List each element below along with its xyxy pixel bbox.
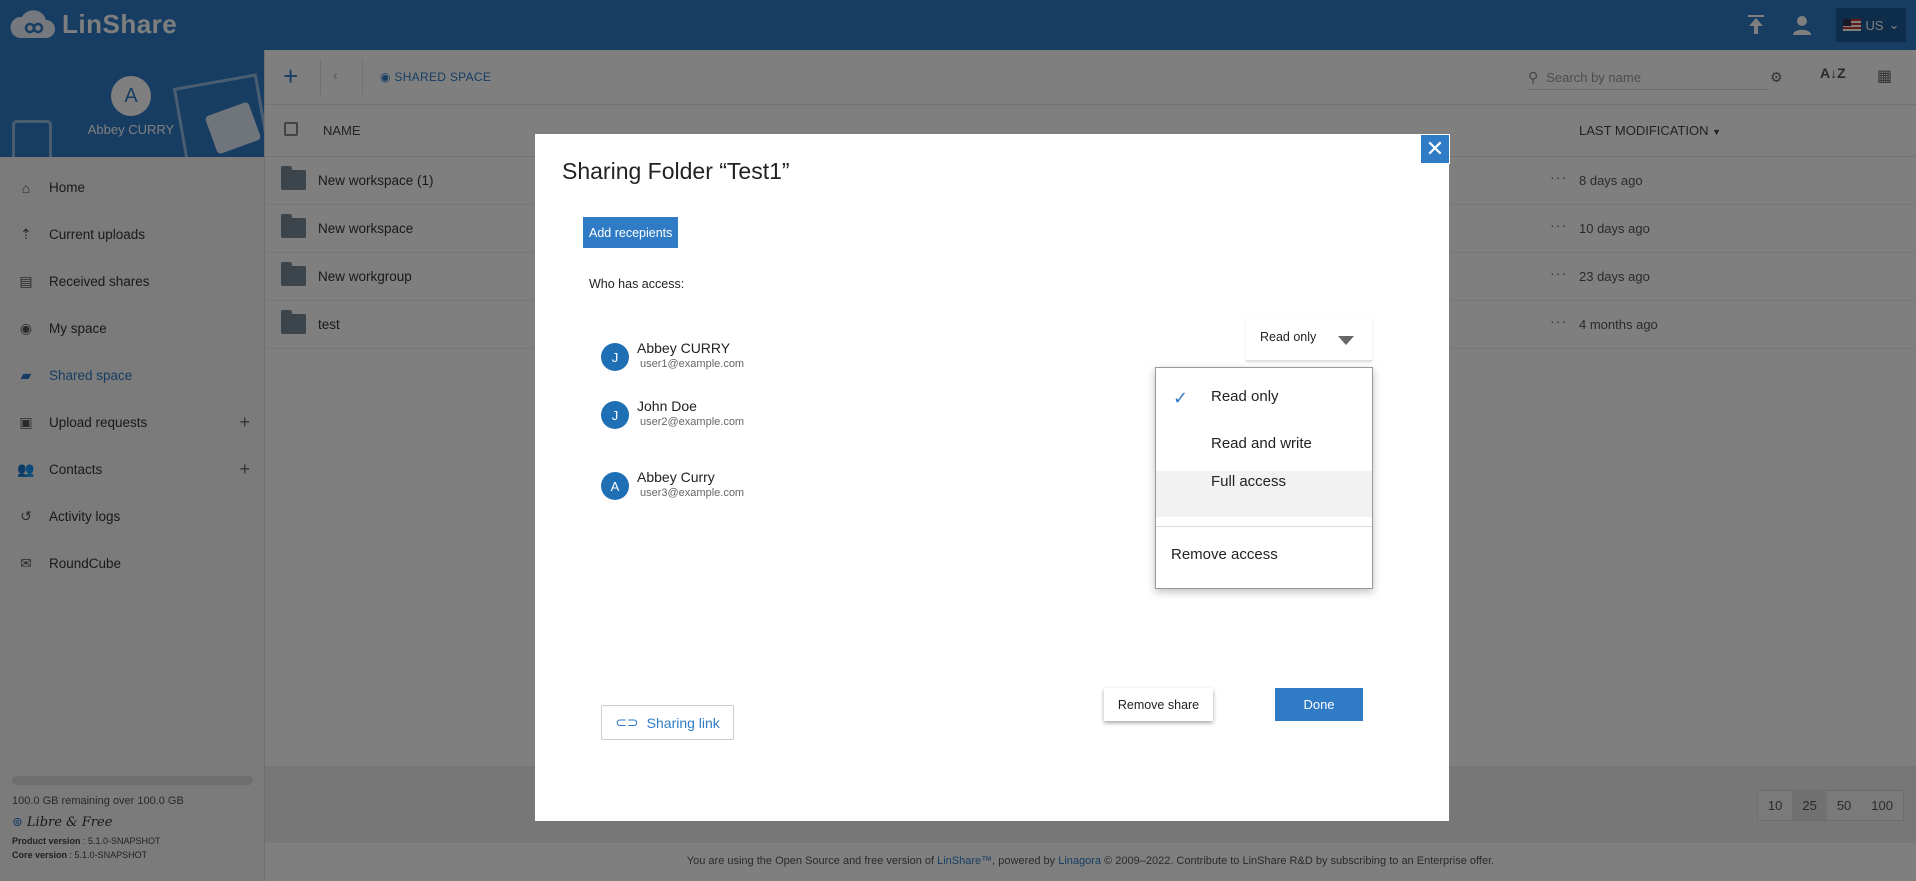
link-icon: ⊂⊃ [615,714,639,730]
member-name: Abbey Curry [637,469,715,485]
menu-item-label: Read and write [1211,435,1312,452]
member-name: Abbey CURRY [637,340,731,356]
menu-item-read-only[interactable]: ✓ Read only [1156,388,1372,418]
menu-item-full-access[interactable]: Full access [1156,473,1372,503]
dialog-title: Sharing Folder “Test1” [562,158,790,184]
menu-item-read-write[interactable]: Read and write [1156,435,1372,465]
remove-share-button[interactable]: Remove share [1104,688,1213,721]
sharing-link-label: Sharing link [646,714,720,731]
avatar: J [601,343,629,371]
check-icon: ✓ [1173,388,1189,408]
divider [1156,526,1372,527]
member-email: user3@example.com [640,487,745,499]
member-name: John Doe [637,398,697,414]
avatar: A [601,472,629,500]
role-menu: ✓ Read only Read and write Full access R… [1155,367,1373,589]
role-select-value: Read only [1260,330,1317,344]
menu-item-remove-access[interactable]: Remove access [1156,546,1372,576]
share-dialog: Sharing Folder “Test1” Add recepients Wh… [535,134,1449,821]
caret-down-icon [1338,336,1354,345]
menu-item-label: Remove access [1171,546,1278,563]
add-recipients-button[interactable]: Add recepients [583,217,679,248]
sharing-link-button[interactable]: ⊂⊃ Sharing link [601,705,734,740]
avatar: J [601,401,629,429]
done-button[interactable]: Done [1275,688,1363,721]
close-icon[interactable]: ✕ [1420,134,1450,164]
menu-item-label: Read only [1211,388,1279,405]
menu-item-label: Full access [1211,473,1287,490]
role-select[interactable]: Read only [1246,317,1372,361]
who-has-access-label: Who has access: [589,277,685,291]
member-email: user2@example.com [640,416,745,428]
member-email: user1@example.com [640,358,745,370]
